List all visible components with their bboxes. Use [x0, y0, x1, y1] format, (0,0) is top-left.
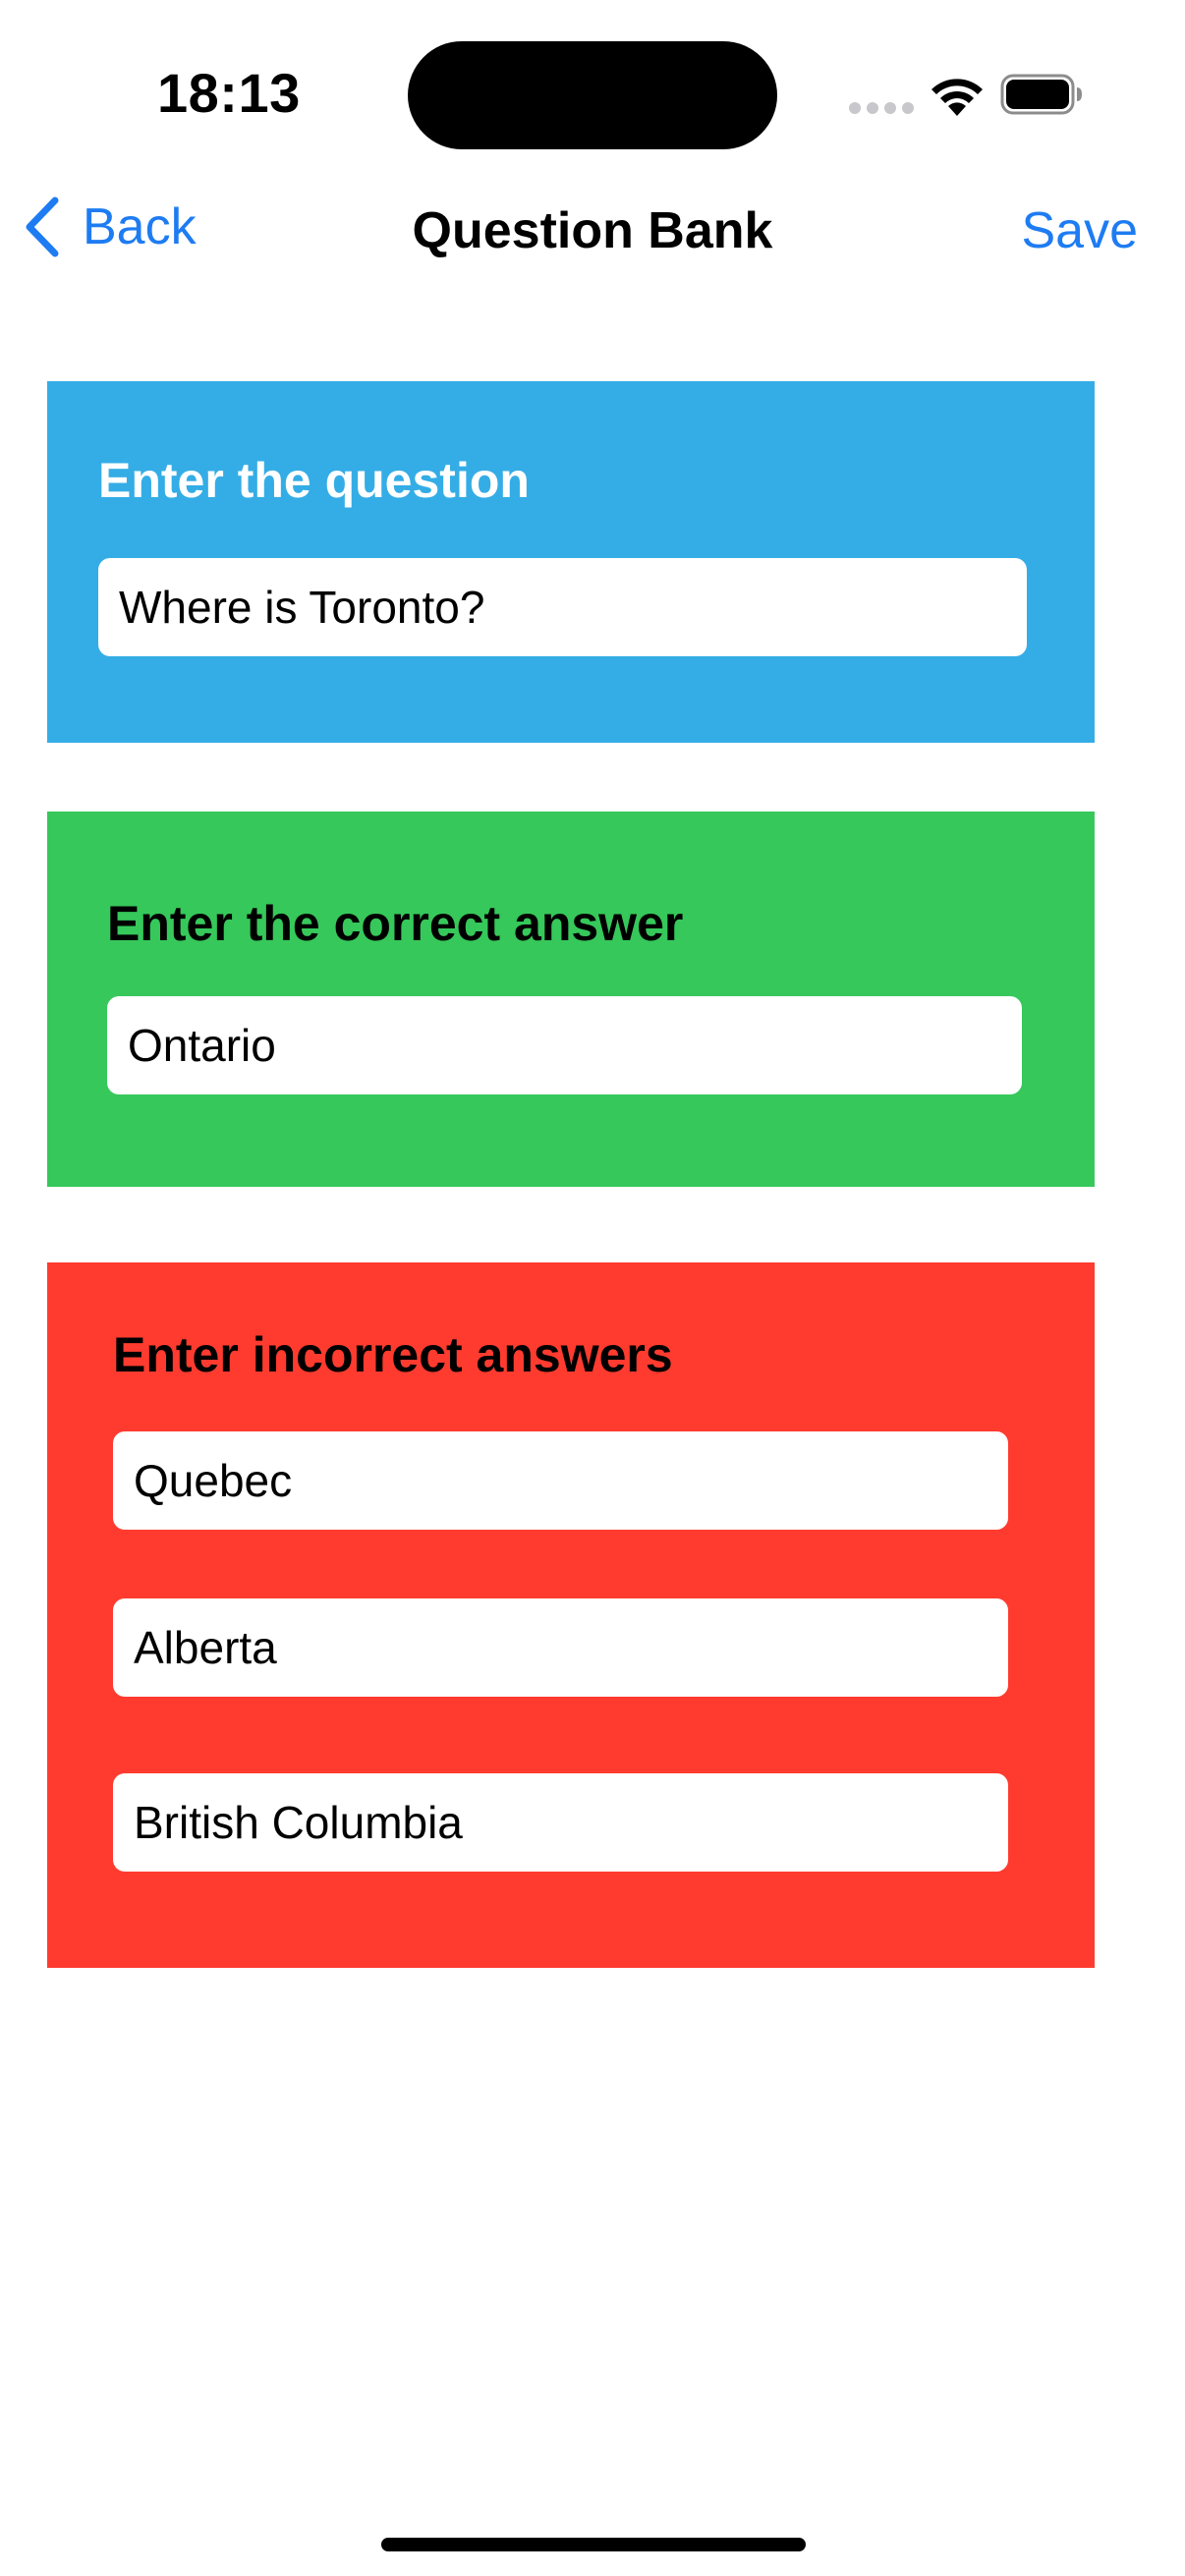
signal-dots-icon	[849, 102, 914, 114]
save-button[interactable]: Save	[1021, 201, 1138, 260]
home-indicator[interactable]	[381, 2538, 806, 2551]
page-title: Question Bank	[412, 202, 773, 259]
incorrect-answer-field-2[interactable]: Alberta	[113, 1598, 1008, 1697]
question-label: Enter the question	[98, 453, 530, 508]
incorrect-answers-label: Enter incorrect answers	[113, 1327, 673, 1382]
screen: 18:13 Back Question Bank Save Enter the …	[0, 0, 1185, 2576]
incorrect-answer-field-3[interactable]: British Columbia	[113, 1773, 1008, 1872]
incorrect-answer-field-1[interactable]: Quebec	[113, 1431, 1008, 1530]
wifi-icon	[931, 79, 983, 116]
correct-answer-field[interactable]: Ontario	[107, 996, 1022, 1094]
dynamic-island	[408, 41, 777, 149]
question-field[interactable]: Where is Toronto?	[98, 558, 1027, 656]
question-card: Enter the question Where is Toronto?	[47, 381, 1095, 743]
correct-answer-card: Enter the correct answer Ontario	[47, 812, 1095, 1187]
status-time: 18:13	[157, 62, 301, 124]
correct-answer-label: Enter the correct answer	[107, 896, 684, 951]
incorrect-answers-card: Enter incorrect answers Quebec Alberta B…	[47, 1262, 1095, 1968]
battery-icon	[1000, 74, 1082, 115]
